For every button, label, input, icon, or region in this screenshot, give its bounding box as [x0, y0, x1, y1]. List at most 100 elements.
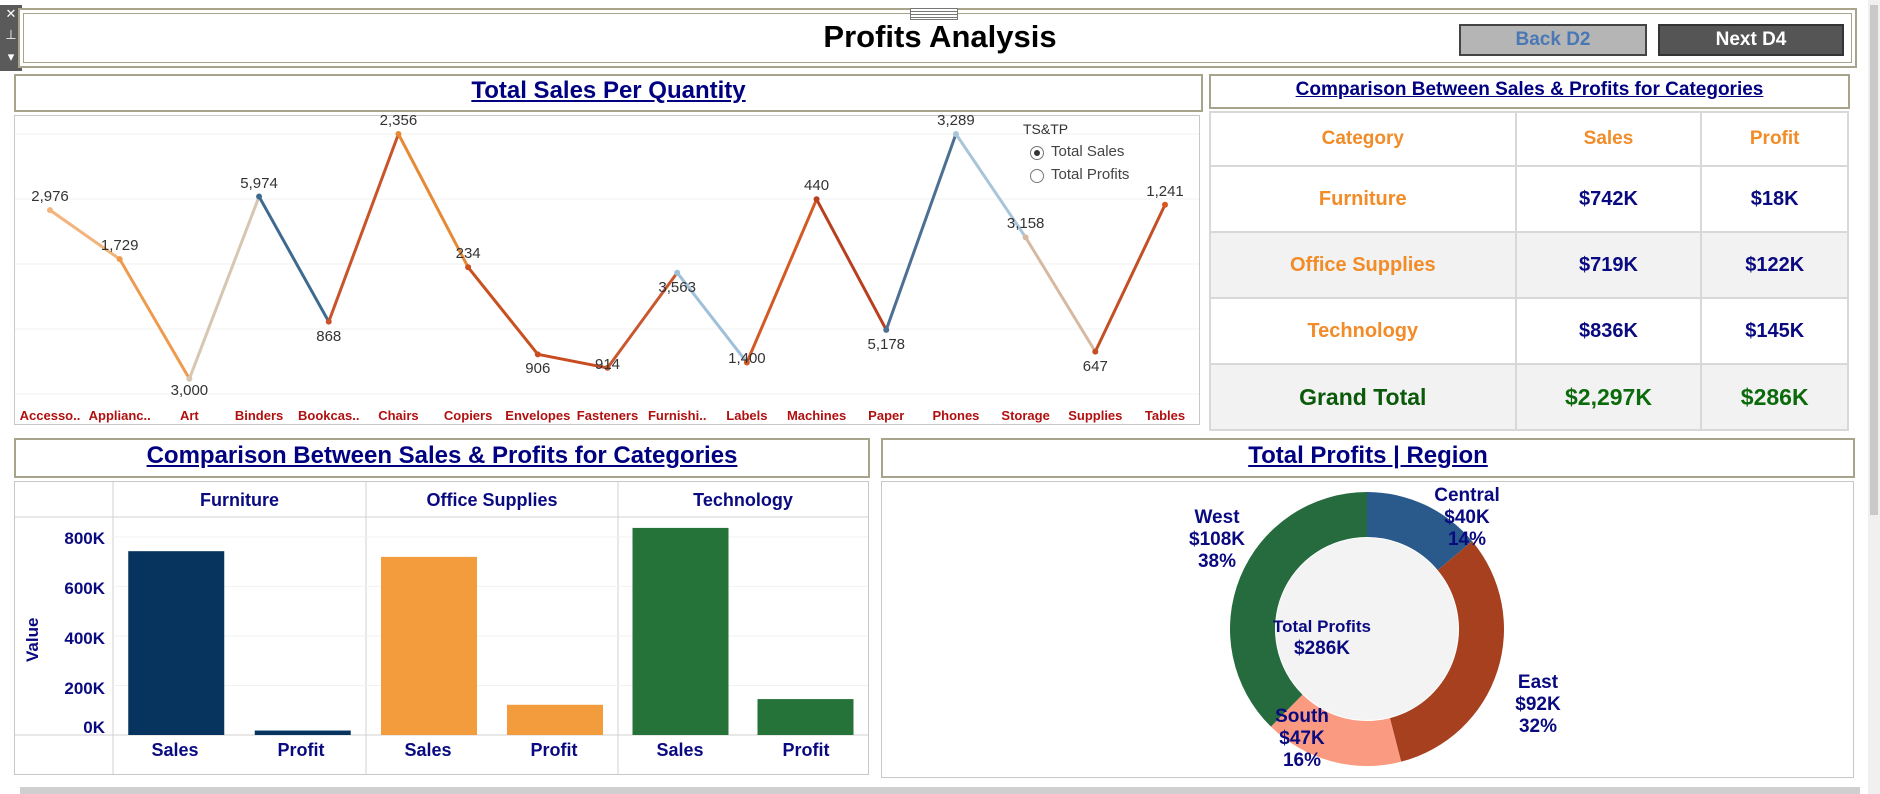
slice-name: East [1517, 672, 1559, 693]
slice-name: Central [1434, 485, 1500, 506]
row-category: Furniture [1209, 165, 1517, 233]
y-tick: 200K [64, 679, 105, 698]
x-cat-profit: Profit [530, 740, 578, 760]
x-tick-label: Copiers [443, 408, 493, 423]
legend-title: TS&TP [1023, 121, 1069, 137]
data-label: 1,400 [728, 350, 766, 368]
row-category: Technology [1209, 297, 1517, 365]
data-point[interactable] [1162, 201, 1168, 208]
x-tick-label: Labels [726, 408, 768, 423]
scrollbar-thumb[interactable] [1870, 5, 1878, 515]
data-point[interactable] [952, 131, 959, 137]
row-profit: $122K [1700, 231, 1849, 299]
data-label: 440 [804, 177, 830, 195]
total-profit: $286K [1700, 363, 1849, 431]
line-segment [1024, 235, 1097, 354]
x-tick-label: Fasteners [576, 408, 639, 423]
header-category: Category [1209, 111, 1517, 167]
donut-center-value: $286K [1294, 638, 1350, 659]
line-chart-panel: TS&TP Total Sales Total Profits 2,976 Acc… [14, 112, 1200, 425]
back-button[interactable]: Back D2 [1459, 24, 1647, 56]
row-sales: $836K [1514, 297, 1703, 365]
line-section-title: Total Sales Per Quantity [471, 77, 746, 104]
vertical-scrollbar[interactable] [1868, 0, 1880, 794]
data-point[interactable] [883, 326, 890, 333]
data-label: 914 [594, 355, 621, 373]
bar-section-title: Comparison Between Sales & Profits for C… [146, 442, 738, 469]
x-tick-label: Bookcas.. [298, 408, 360, 423]
bar[interactable] [128, 551, 225, 735]
y-tick: 800K [64, 529, 105, 548]
x-tick-label: Chairs [378, 408, 419, 423]
table-row: Technology $836K $145K [1209, 297, 1849, 365]
line-segment [884, 132, 958, 332]
data-label: 3,158 [1006, 215, 1045, 233]
row-sales: $719K [1514, 231, 1703, 299]
data-point[interactable] [534, 351, 541, 358]
slice-value: $92K [1515, 694, 1561, 715]
slice-value: $40K [1444, 507, 1490, 528]
slice-pct: 32% [1518, 716, 1558, 737]
table-row: Office Supplies $719K $122K [1209, 231, 1849, 299]
data-label: 2,976 [31, 188, 69, 206]
group-header-technology: Technology [693, 490, 793, 510]
data-point[interactable] [395, 131, 402, 137]
x-tick-label: Phones [932, 408, 980, 423]
slice-value: $47K [1279, 728, 1325, 749]
line-segment [118, 257, 191, 381]
x-tick-label: Tables [1144, 408, 1186, 423]
header-profit: Profit [1700, 111, 1849, 167]
data-point[interactable] [813, 196, 820, 203]
bar[interactable] [381, 556, 477, 735]
data-point[interactable] [325, 318, 332, 325]
x-tick-label: Art [179, 408, 199, 423]
slice-pct: 38% [1197, 551, 1237, 572]
y-tick: 600K [64, 579, 105, 598]
next-button[interactable]: Next D4 [1658, 24, 1844, 56]
data-point[interactable] [1092, 348, 1099, 355]
row-profit: $145K [1700, 297, 1849, 365]
slice-name: West [1194, 507, 1240, 528]
line-segment [466, 265, 540, 356]
x-tick-label: Applianc.. [88, 408, 151, 423]
line-chart [15, 131, 1199, 395]
data-label: 868 [316, 327, 342, 345]
horizontal-scrollbar[interactable] [20, 787, 1860, 794]
data-point[interactable] [256, 193, 263, 200]
slice-value: $108K [1189, 529, 1245, 550]
row-profit: $18K [1700, 165, 1849, 233]
radio-total-profits[interactable] [1030, 169, 1044, 183]
group-header-furniture: Furniture [200, 490, 279, 510]
header-sales: Sales [1514, 111, 1703, 167]
data-label: 1,729 [100, 237, 139, 255]
table-header-row: Category Sales Profit [1209, 111, 1849, 167]
bar-chart [15, 482, 868, 774]
slice-pct: 16% [1282, 750, 1322, 771]
data-point[interactable] [47, 207, 53, 214]
data-point[interactable] [674, 269, 681, 276]
row-sales: $742K [1514, 165, 1703, 233]
data-point[interactable] [116, 256, 123, 263]
data-label: 3,563 [658, 278, 696, 296]
table-total-row: Grand Total $2,297K $286K [1209, 363, 1849, 431]
bar[interactable] [757, 699, 854, 735]
table-row: Furniture $742K $18K [1209, 165, 1849, 233]
bar[interactable] [507, 704, 603, 735]
x-cat-sales: Sales [404, 740, 452, 760]
x-tick-label: Storage [1001, 408, 1050, 423]
radio-total-sales[interactable] [1030, 146, 1044, 160]
bar[interactable] [632, 527, 729, 735]
line-segment [187, 195, 261, 381]
donut-label-west: West $108K 38% [1162, 507, 1272, 573]
radio-total-profits-label: Total Profits [1051, 166, 1130, 183]
group-header-office-supplies: Office Supplies [426, 490, 558, 510]
x-cat-sales: Sales [151, 740, 199, 760]
total-sales: $2,297K [1514, 363, 1703, 431]
x-tick-label: Envelopes [505, 408, 571, 423]
bar-chart-panel: Furniture Office Supplies Technology Val… [14, 481, 869, 775]
data-point[interactable] [1022, 234, 1029, 241]
line-segment [745, 197, 819, 364]
x-tick-label: Paper [868, 408, 905, 423]
data-point[interactable] [465, 264, 472, 271]
bar[interactable] [254, 730, 351, 735]
